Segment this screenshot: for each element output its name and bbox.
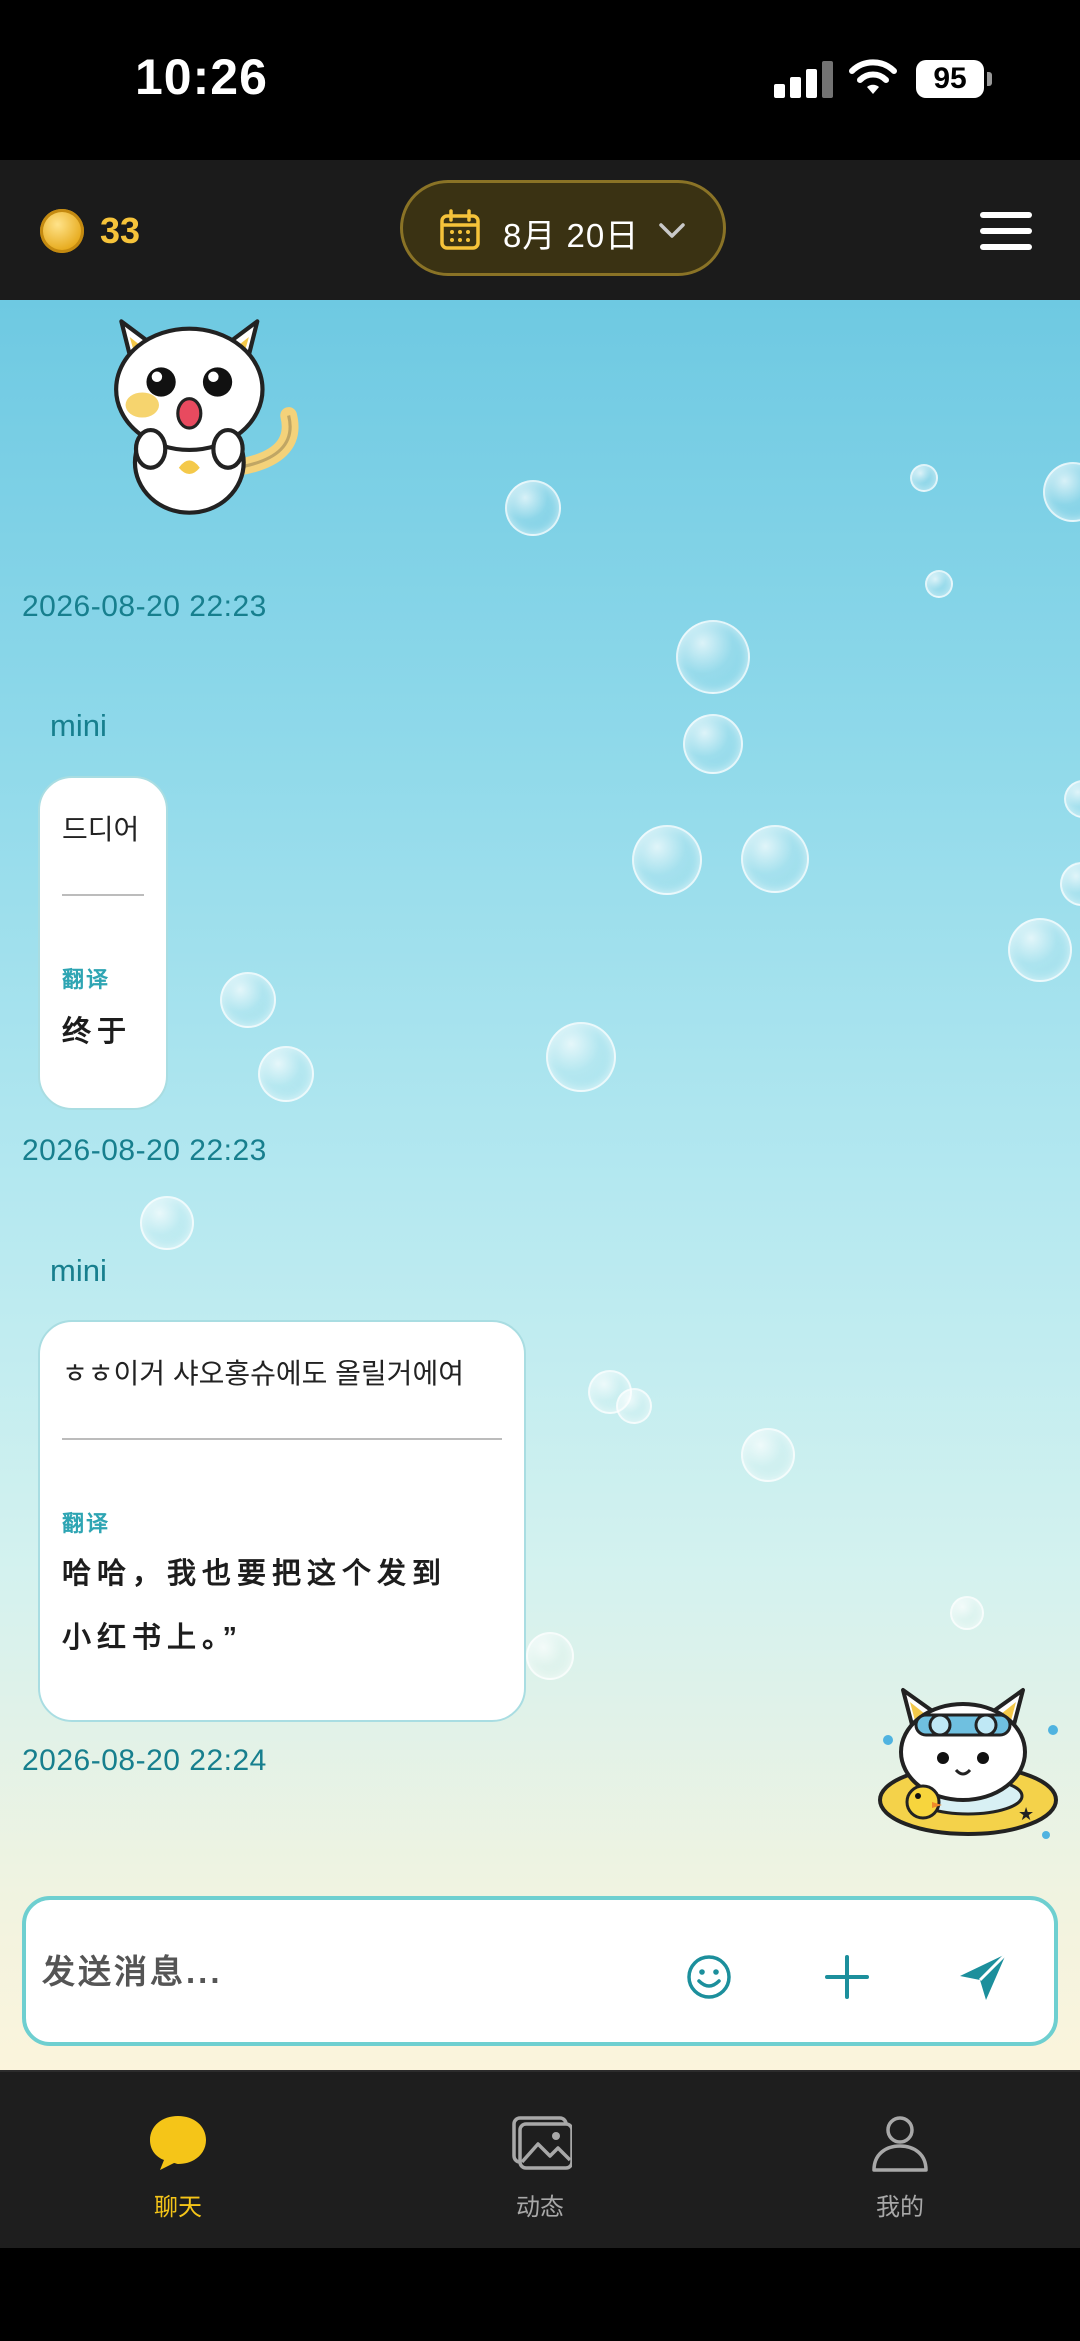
decorative-bubble [1043,462,1080,522]
chat-area[interactable]: 2026-08-20 22:23 mini 드디어 翻译 终于 2026-08-… [0,300,1080,2070]
message-translation-text: 哈哈，我也要把这个发到 [62,1558,448,1590]
message-bubble[interactable]: ㅎㅎ이거 샤오홍슈에도 올릴거에여 翻译 哈哈，我也要把这个发到 小红书上。” [38,1320,526,1722]
date-picker-button[interactable]: 8月 20日 [400,180,726,276]
gallery-icon [512,2116,572,2170]
translation-label: 翻译 [62,1511,111,1536]
message-composer [22,1896,1058,2046]
coin-count: 33 [100,210,141,251]
bottom-tab-bar: 聊天 动态 我的 [0,2070,1080,2250]
hamburger-menu-icon[interactable] [980,212,1032,250]
decorative-bubble [1060,862,1080,906]
message-timestamp: 2026-08-20 22:23 [22,1134,267,1167]
decorative-bubble [950,1596,984,1630]
message-translation-text: 小红书上。” [62,1622,244,1654]
signal-icon [774,60,834,98]
decorative-bubble [220,972,276,1028]
decorative-bubble [140,1196,194,1250]
decorative-bubble [925,570,953,598]
send-icon[interactable] [956,1950,1010,2004]
decorative-bubble [1008,918,1072,982]
sender-name: mini [50,708,107,743]
date-label: 8月 20日 [503,217,640,254]
app-header: 33 8月 20日 [0,160,1080,300]
message-translation-text: 终于 [62,1016,133,1048]
battery-indicator: 95 [916,60,984,98]
coin-icon [40,209,84,253]
home-indicator-area [0,2248,1080,2341]
profile-icon [872,2116,928,2172]
smiley-icon[interactable] [684,1952,734,2002]
tab-label: 我的 [876,2194,924,2221]
decorative-bubble [526,1632,574,1680]
message-original-text: ㅎㅎ이거 샤오홍슈에도 올릴거에여 [62,1358,464,1389]
svg-text:★: ★ [1018,1804,1034,1825]
sender-name: mini [50,1253,107,1288]
wifi-icon [849,59,897,94]
tab-chat[interactable]: 聊天 [88,2072,268,2250]
plus-icon[interactable] [822,1952,872,2002]
decorative-bubble [683,714,743,774]
status-bar: 10:26 95 [0,0,1080,160]
decorative-bubble [505,480,561,536]
decorative-bubble [258,1046,314,1102]
decorative-bubble [741,1428,795,1482]
decorative-bubble [910,464,938,492]
battery-nub [987,72,992,86]
swimming-cat-sticker: ★ [878,1688,1058,1839]
message-timestamp: 2026-08-20 22:23 [22,590,267,623]
message-input[interactable] [40,1946,644,1998]
decorative-bubble [632,825,702,895]
cat-sticker [114,319,299,515]
tab-profile[interactable]: 我的 [810,2072,990,2250]
tab-moments[interactable]: 动态 [450,2072,630,2250]
message-bubble[interactable]: 드디어 翻译 终于 [38,776,168,1110]
chat-bubble-icon [150,2116,206,2170]
message-timestamp: 2026-08-20 22:24 [22,1744,267,1777]
decorative-bubble [616,1388,652,1424]
decorative-bubble [546,1022,616,1092]
translation-label: 翻译 [62,967,111,992]
decorative-bubble [676,620,750,694]
calendar-icon [440,209,480,250]
decorative-bubble [1064,780,1080,818]
message-original-text: 드디어 [62,814,140,845]
decorative-bubble [741,825,809,893]
message-divider [62,894,144,896]
tab-label: 聊天 [154,2194,202,2221]
tab-label: 动态 [516,2194,564,2221]
status-time: 10:26 [135,49,268,105]
message-divider [62,1438,502,1440]
chevron-down-icon [659,223,685,238]
